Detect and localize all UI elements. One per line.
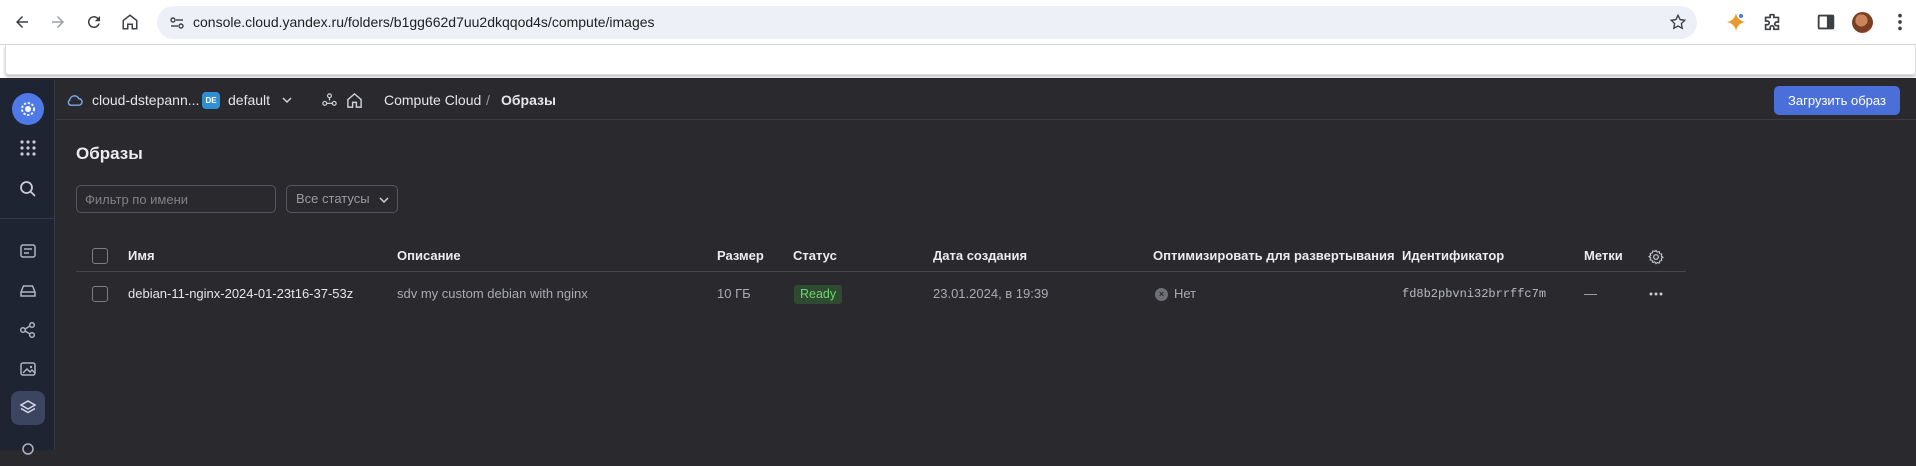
site-settings-icon[interactable]	[169, 15, 185, 31]
address-bar[interactable]: console.cloud.yandex.ru/folders/b1gg662d…	[157, 6, 1697, 39]
services-grid-icon[interactable]	[11, 131, 45, 165]
disks-icon[interactable]	[11, 274, 45, 308]
breadcrumb-separator: /	[486, 92, 490, 108]
vm-instances-icon[interactable]	[11, 234, 45, 268]
select-all-checkbox[interactable]	[92, 248, 108, 264]
row-checkbox[interactable]	[92, 286, 108, 302]
left-rail	[0, 80, 55, 455]
folder-badge: DE	[202, 92, 220, 109]
status-filter-value: Все статусы	[296, 191, 370, 206]
cloud-icon	[67, 95, 83, 106]
chevron-down-icon[interactable]	[280, 93, 294, 107]
snapshots-image-icon[interactable]	[11, 352, 45, 386]
breadcrumb-service[interactable]: Compute Cloud	[384, 80, 481, 120]
service-network-icon[interactable]	[321, 92, 338, 109]
extensions-puzzle-icon[interactable]	[1761, 11, 1783, 33]
console-app: cloud-dstepann... DE default Compute Clo…	[0, 80, 1916, 455]
bookmark-star-icon[interactable]	[1669, 13, 1687, 31]
yandex-cloud-logo-icon[interactable]	[12, 93, 44, 125]
more-vertical-icon[interactable]	[1889, 11, 1911, 33]
cloud-selector[interactable]: cloud-dstepann...	[92, 80, 199, 120]
status-badge: Ready	[794, 285, 843, 304]
gemini-extension-icon[interactable]	[1725, 11, 1747, 33]
side-panel-icon[interactable]	[1815, 11, 1837, 33]
breadcrumb-current: Образы	[501, 92, 556, 108]
console-header: cloud-dstepann... DE default Compute Clo…	[56, 80, 1916, 120]
images-layers-icon[interactable]	[11, 391, 45, 425]
image-created: 23.01.2024, в 19:39	[933, 286, 1049, 301]
rail-divider	[0, 218, 55, 219]
chevron-down-icon	[379, 197, 389, 204]
more-services-icon[interactable]	[11, 432, 45, 466]
image-optimize: Нет	[1174, 286, 1197, 301]
back-icon[interactable]	[6, 6, 38, 38]
name-filter-input[interactable]	[76, 185, 276, 213]
url-text[interactable]: console.cloud.yandex.ru/folders/b1gg662d…	[193, 6, 655, 39]
table-row[interactable]: debian-11-nginx-2024-01-23t16-37-53z sdv…	[76, 273, 1686, 315]
forward-icon[interactable]	[42, 6, 74, 38]
reload-icon[interactable]	[78, 6, 110, 38]
search-icon[interactable]	[11, 172, 45, 206]
image-name[interactable]: debian-11-nginx-2024-01-23t16-37-53z	[128, 273, 353, 315]
browser-toolbar: console.cloud.yandex.ru/folders/b1gg662d…	[0, 0, 1916, 44]
row-actions-more-icon[interactable]	[1648, 287, 1664, 301]
home-icon[interactable]	[346, 92, 363, 109]
image-labels: —	[1584, 286, 1597, 301]
table-header: Имя Описание Размер Статус Дата создания…	[76, 230, 1686, 272]
table-settings-gear-icon[interactable]	[1648, 249, 1664, 265]
home-icon[interactable]	[114, 6, 146, 38]
folder-selector[interactable]: default	[228, 80, 270, 120]
bookmark-bar	[0, 44, 1916, 78]
image-size: 10 ГБ	[717, 286, 751, 301]
page-title: Образы	[76, 144, 143, 163]
bookmark-dropdown-panel	[5, 45, 1916, 75]
image-description: sdv my custom debian with nginx	[397, 286, 588, 301]
profile-avatar[interactable]	[1852, 12, 1873, 33]
placement-groups-icon[interactable]	[11, 313, 45, 347]
image-id[interactable]: fd8b2pbvni32brrffc7m	[1402, 273, 1546, 315]
close-circle-icon: ×	[1155, 288, 1168, 301]
status-filter-select[interactable]: Все статусы	[286, 185, 398, 213]
upload-image-button[interactable]: Загрузить образ	[1774, 86, 1900, 115]
